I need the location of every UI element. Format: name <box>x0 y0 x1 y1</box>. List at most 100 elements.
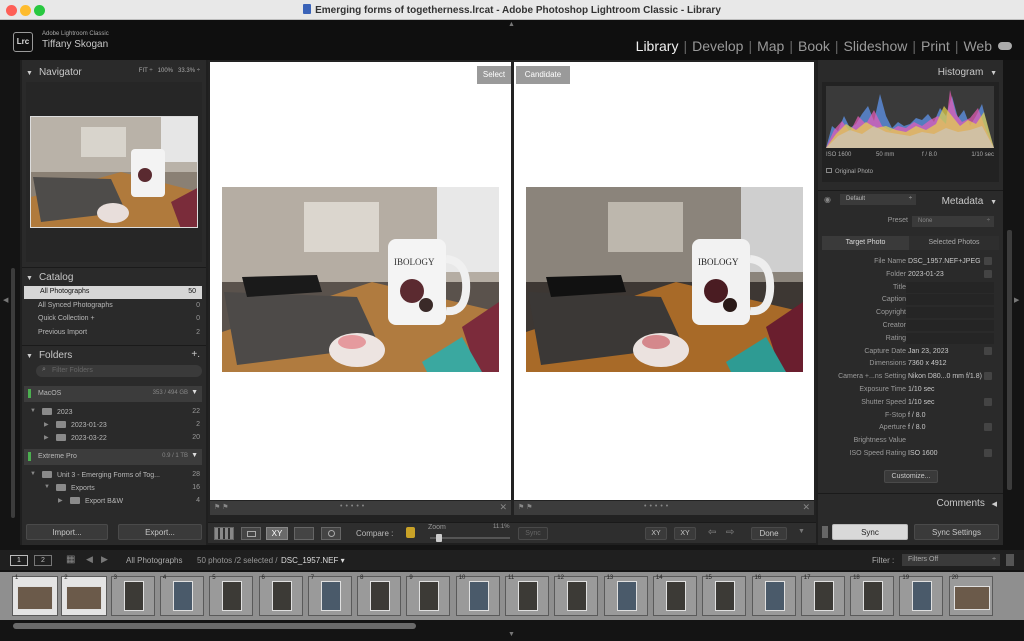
module-slideshow[interactable]: Slideshow <box>844 38 908 54</box>
metadata-field[interactable]: Caption <box>818 294 1018 306</box>
metadata-action-icon[interactable] <box>984 346 992 355</box>
catalog-item[interactable]: All Photographs 50 <box>24 286 202 299</box>
folder-item[interactable]: ▼ Unit 3 - Emerging Forms of Tog... 28 <box>22 469 206 482</box>
metadata-action-icon[interactable] <box>984 269 992 278</box>
filmstrip-thumbnail[interactable]: 2 <box>61 575 108 616</box>
metadata-input[interactable] <box>906 320 994 331</box>
filmstrip-thumbnail[interactable]: 18 <box>850 575 895 616</box>
loupe-view-icon[interactable] <box>241 527 261 540</box>
metadata-input[interactable] <box>906 281 994 293</box>
next-arrow-icon[interactable]: ⇨ <box>726 527 734 538</box>
folders-header[interactable]: ▼ Folders +. <box>22 345 206 363</box>
main-window-button[interactable]: 1 <box>10 555 28 566</box>
source-label[interactable]: All Photographs <box>126 556 182 565</box>
filmstrip-thumbnail[interactable]: 6 <box>258 575 303 616</box>
metadata-field[interactable]: Folder 2023-01-23 <box>818 269 1018 281</box>
grid-view-icon[interactable] <box>214 527 234 540</box>
navigator-header[interactable]: ▼ Navigator FIT ÷ 100% 33.3% ÷ <box>22 64 206 82</box>
module-book[interactable]: Book <box>798 38 830 54</box>
right-panel-toggle-icon[interactable]: ▶ <box>1014 296 1019 304</box>
filmstrip-thumbnail[interactable]: 13 <box>603 575 648 616</box>
preset-select[interactable]: None ÷ <box>912 216 994 227</box>
candidate-pane[interactable]: Candidate IBOLOGY <box>514 62 814 500</box>
second-window-button[interactable]: 2 <box>34 555 52 566</box>
disclosure-triangle-icon[interactable]: ▼ <box>44 484 50 490</box>
filmstrip-thumbnail[interactable]: 8 <box>357 575 402 616</box>
filmstrip-thumbnail[interactable]: 12 <box>554 575 599 616</box>
folder-item[interactable]: ▼ 2023 22 <box>22 406 206 419</box>
grid-icon[interactable]: ▦ <box>66 554 75 565</box>
volume-macos[interactable]: MacOS 353 / 494 GB ▼ <box>24 386 202 402</box>
metadata-field[interactable]: Exposure Time 1/10 sec <box>818 384 1018 396</box>
forward-arrow-icon[interactable]: ▶ <box>101 554 108 565</box>
close-icon[interactable]: ✕ <box>802 502 810 513</box>
metadata-field[interactable]: Camera +...ns Setting Nikon D80...0 mm f/… <box>818 371 1018 383</box>
module-map[interactable]: Map <box>757 38 784 54</box>
sync-settings-button[interactable]: Sync Settings <box>914 524 999 540</box>
survey-view-icon[interactable] <box>294 527 314 540</box>
add-folder-button[interactable]: +. <box>191 349 200 360</box>
catalog-header[interactable]: ▼ Catalog <box>22 267 206 285</box>
histogram-header[interactable]: Histogram ▼ <box>818 64 1003 82</box>
zoom-33[interactable]: 33.3% <box>178 68 195 74</box>
filmstrip-thumbnail[interactable]: 19 <box>899 575 944 616</box>
filter-select[interactable]: Filters Off ÷ <box>902 554 1000 566</box>
metadata-action-icon[interactable] <box>984 423 992 432</box>
catalog-item[interactable]: Quick Collection + 0 <box>22 313 206 326</box>
lock-icon[interactable] <box>406 527 415 538</box>
candidate-rating-bar[interactable]: ⚑ ⚑ ••••• ✕ <box>514 501 814 515</box>
metadata-field[interactable]: Copyright <box>818 307 1018 319</box>
module-web[interactable]: Web <box>963 38 992 54</box>
sync-toggle[interactable] <box>822 526 828 538</box>
star-rating[interactable]: ••••• <box>340 503 367 510</box>
module-print[interactable]: Print <box>921 38 950 54</box>
eye-icon[interactable]: ◉ <box>824 195 831 204</box>
bottom-panel-toggle-icon[interactable]: ▼ <box>508 631 515 638</box>
metadata-field[interactable]: F-Stop f / 8.0 <box>818 410 1018 422</box>
module-develop[interactable]: Develop <box>692 38 743 54</box>
disclosure-triangle-icon[interactable]: ▼ <box>30 471 36 477</box>
sync-button[interactable]: Sync <box>832 524 908 540</box>
select-photo[interactable]: IBOLOGY <box>222 187 499 372</box>
metadata-header[interactable]: ◉ Default ÷ Metadata ▼ <box>818 190 1003 208</box>
filmstrip-thumbnail[interactable]: 1 <box>12 575 58 616</box>
candidate-photo[interactable]: IBOLOGY <box>526 187 803 372</box>
volume-extreme-pro[interactable]: Extreme Pro 0.9 / 1 TB ▼ <box>24 449 202 465</box>
catalog-item[interactable]: All Synced Photographs 0 <box>22 300 206 313</box>
zoom-fit[interactable]: FIT <box>139 68 148 74</box>
done-button[interactable]: Done <box>751 527 787 540</box>
filmstrip-thumbnail[interactable]: 15 <box>702 575 747 616</box>
metadata-set-select[interactable]: Default ÷ <box>840 194 916 205</box>
metadata-action-icon[interactable] <box>984 449 992 457</box>
disclosure-triangle-icon[interactable]: ▶ <box>58 497 63 504</box>
metadata-field[interactable]: Shutter Speed 1/10 sec <box>818 397 1018 409</box>
metadata-field[interactable]: File Name DSC_1957.NEF+JPEG <box>818 256 1018 268</box>
filmstrip-thumbnail[interactable]: 3 <box>110 575 155 616</box>
zoom-100[interactable]: 100% <box>158 68 173 74</box>
metadata-input[interactable] <box>906 294 994 306</box>
filmstrip-thumbnail[interactable]: 11 <box>505 575 549 616</box>
tab-selected-photos[interactable]: Selected Photos <box>909 236 999 250</box>
metadata-field[interactable]: Aperture f / 8.0 <box>818 422 1018 434</box>
import-button[interactable]: Import... <box>26 524 108 540</box>
filmstrip-thumbnail[interactable]: 10 <box>455 575 500 616</box>
metadata-action-icon[interactable] <box>984 257 992 265</box>
star-rating[interactable]: ••••• <box>644 503 671 510</box>
metadata-input[interactable] <box>906 307 994 319</box>
zoom-slider-thumb[interactable] <box>436 534 443 542</box>
filmstrip-thumbnail[interactable]: 14 <box>652 575 697 616</box>
toolbar-options-icon[interactable]: ▼ <box>798 528 805 535</box>
filmstrip-thumbnail[interactable]: 7 <box>307 575 352 616</box>
filmstrip-thumbnail[interactable]: 9 <box>406 575 451 616</box>
histogram-chart[interactable] <box>826 86 994 148</box>
filmstrip-thumbnail[interactable]: 20 <box>948 575 993 616</box>
swap-icon[interactable]: XY <box>645 527 667 540</box>
close-icon[interactable]: ✕ <box>499 502 507 513</box>
export-button[interactable]: Export... <box>118 524 202 540</box>
filmstrip-thumbnail[interactable]: 17 <box>800 575 845 616</box>
previous-arrow-icon[interactable]: ⇦ <box>708 527 716 538</box>
flag-icon[interactable]: ⚑ ⚑ <box>214 503 229 511</box>
folder-item[interactable]: ▶ 2023-01-23 2 <box>22 419 206 432</box>
catalog-item[interactable]: Previous Import 2 <box>22 327 206 340</box>
cloud-icon[interactable] <box>998 42 1012 50</box>
